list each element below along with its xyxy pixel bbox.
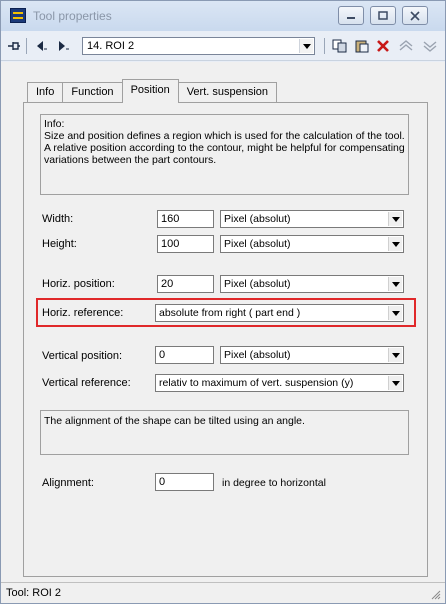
- alignment-info-box: The alignment of the shape can be tilted…: [40, 410, 409, 455]
- width-unit-select[interactable]: Pixel (absolut): [220, 210, 404, 228]
- tab-vert-suspension[interactable]: Vert. suspension: [177, 82, 278, 103]
- copy-icon[interactable]: [332, 39, 348, 53]
- tool-properties-window: Tool properties 14. ROI 2 Info Function …: [0, 0, 446, 604]
- tab-position[interactable]: Position: [121, 79, 179, 103]
- tab-label: Vert. suspension: [186, 86, 269, 98]
- window-title: Tool properties: [33, 9, 112, 23]
- tab-label: Position: [130, 84, 170, 96]
- paste-icon[interactable]: [354, 39, 370, 53]
- info-box: Info: Size and position defines a region…: [40, 114, 409, 195]
- height-unit-value: Pixel (absolut): [224, 238, 291, 250]
- minimize-icon: [347, 16, 355, 19]
- horiz-reference-label: Horiz. reference:: [42, 307, 124, 319]
- vertical-position-label: Vertical position:: [42, 350, 123, 362]
- chevron-down-icon[interactable]: [299, 39, 313, 53]
- horiz-position-unit-value: Pixel (absolut): [224, 278, 291, 290]
- horiz-position-input[interactable]: 20: [157, 275, 214, 293]
- height-label: Height:: [42, 238, 77, 250]
- vertical-position-unit-select[interactable]: Pixel (absolut): [220, 346, 404, 364]
- app-icon: [10, 8, 26, 23]
- vertical-reference-label: Vertical reference:: [42, 377, 131, 389]
- tab-label: Function: [71, 86, 114, 98]
- toolbar-separator: [26, 38, 27, 54]
- next-roi-icon[interactable]: [56, 39, 70, 53]
- chevron-down-icon[interactable]: [388, 212, 402, 226]
- horiz-position-unit-select[interactable]: Pixel (absolut): [220, 275, 404, 293]
- alignment-label: Alignment:: [42, 477, 94, 489]
- width-unit-value: Pixel (absolut): [224, 213, 291, 225]
- title-bar[interactable]: Tool properties: [1, 1, 445, 31]
- status-bar: Tool: ROI 2: [1, 582, 445, 603]
- chevron-down-icon[interactable]: [388, 237, 402, 251]
- minimize-button[interactable]: [338, 6, 364, 25]
- alignment-input[interactable]: 0: [155, 473, 214, 491]
- height-unit-select[interactable]: Pixel (absolut): [220, 235, 404, 253]
- vertical-position-unit-value: Pixel (absolut): [224, 349, 291, 361]
- alignment-suffix: in degree to horizontal: [222, 477, 326, 489]
- tab-label: Info: [36, 86, 55, 98]
- delete-icon[interactable]: [376, 39, 390, 53]
- close-button[interactable]: [402, 6, 428, 25]
- resize-grip-icon[interactable]: [431, 590, 441, 600]
- roi-select-value: 14. ROI 2: [87, 40, 135, 52]
- horiz-reference-select[interactable]: absolute from right ( part end ): [155, 304, 404, 322]
- horiz-position-label: Horiz. position:: [42, 278, 115, 290]
- tab-strip: Info Function Position Vert. suspension: [27, 79, 278, 103]
- close-icon: [410, 10, 420, 21]
- maximize-button[interactable]: [370, 6, 396, 25]
- chevron-down-icon[interactable]: [388, 306, 402, 320]
- chevron-down-icon[interactable]: [388, 348, 402, 362]
- maximize-icon: [378, 10, 388, 20]
- move-up-icon[interactable]: [397, 39, 415, 53]
- vertical-position-input[interactable]: 0: [155, 346, 214, 364]
- horiz-reference-value: absolute from right ( part end ): [159, 307, 301, 319]
- move-down-icon[interactable]: [421, 39, 439, 53]
- alignment-info-text: The alignment of the shape can be tilted…: [44, 415, 305, 427]
- roi-select[interactable]: 14. ROI 2: [82, 37, 315, 55]
- toolbar-separator: [324, 38, 325, 54]
- info-text: Size and position defines a region which…: [44, 130, 405, 166]
- previous-roi-icon[interactable]: [34, 39, 48, 53]
- width-input[interactable]: 160: [157, 210, 214, 228]
- status-text: Tool: ROI 2: [6, 587, 62, 599]
- chevron-down-icon[interactable]: [388, 376, 402, 390]
- toolbar: 14. ROI 2: [1, 31, 445, 61]
- chevron-down-icon[interactable]: [388, 277, 402, 291]
- vertical-reference-select[interactable]: relativ to maximum of vert. suspension (…: [155, 374, 404, 392]
- vertical-reference-value: relativ to maximum of vert. suspension (…: [159, 377, 354, 389]
- pin-icon[interactable]: [7, 39, 21, 53]
- tab-info[interactable]: Info: [27, 82, 64, 103]
- tab-function[interactable]: Function: [62, 82, 123, 103]
- width-label: Width:: [42, 213, 74, 225]
- info-heading: Info:: [44, 118, 65, 130]
- height-input[interactable]: 100: [157, 235, 214, 253]
